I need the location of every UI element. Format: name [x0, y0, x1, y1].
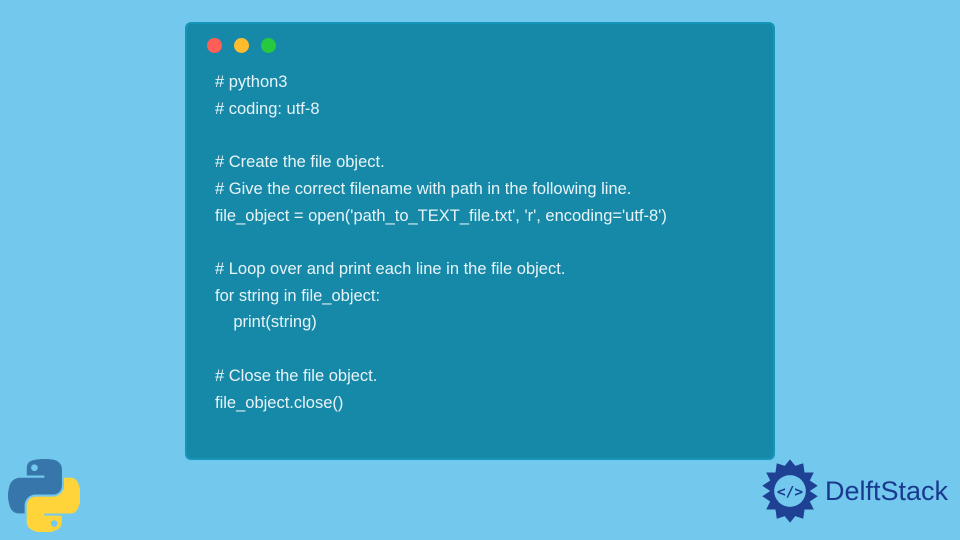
close-dot-icon [207, 38, 222, 53]
code-line: for string in file_object: [215, 283, 745, 310]
code-line: # Create the file object. [215, 149, 745, 176]
delftstack-brand: </> DelftStack [757, 458, 948, 524]
code-line: # Loop over and print each line in the f… [215, 256, 745, 283]
code-window: # python3 # coding: utf-8 # Create the f… [185, 22, 775, 460]
code-line: # python3 [215, 69, 745, 96]
code-line: file_object.close() [215, 390, 745, 417]
delftstack-emblem-icon: </> [757, 458, 823, 524]
minimize-dot-icon [234, 38, 249, 53]
maximize-dot-icon [261, 38, 276, 53]
code-line: file_object = open('path_to_TEXT_file.tx… [215, 203, 745, 230]
code-line: # coding: utf-8 [215, 96, 745, 123]
svg-text:</>: </> [777, 484, 803, 500]
python-logo-icon [8, 458, 80, 532]
code-line: # Close the file object. [215, 363, 745, 390]
code-blank [215, 336, 745, 363]
code-content: # python3 # coding: utf-8 # Create the f… [187, 63, 773, 436]
code-line: print(string) [215, 309, 745, 336]
delftstack-label: DelftStack [825, 476, 948, 507]
code-line: # Give the correct filename with path in… [215, 176, 745, 203]
window-controls [187, 24, 773, 63]
code-blank [215, 122, 745, 149]
code-blank [215, 229, 745, 256]
